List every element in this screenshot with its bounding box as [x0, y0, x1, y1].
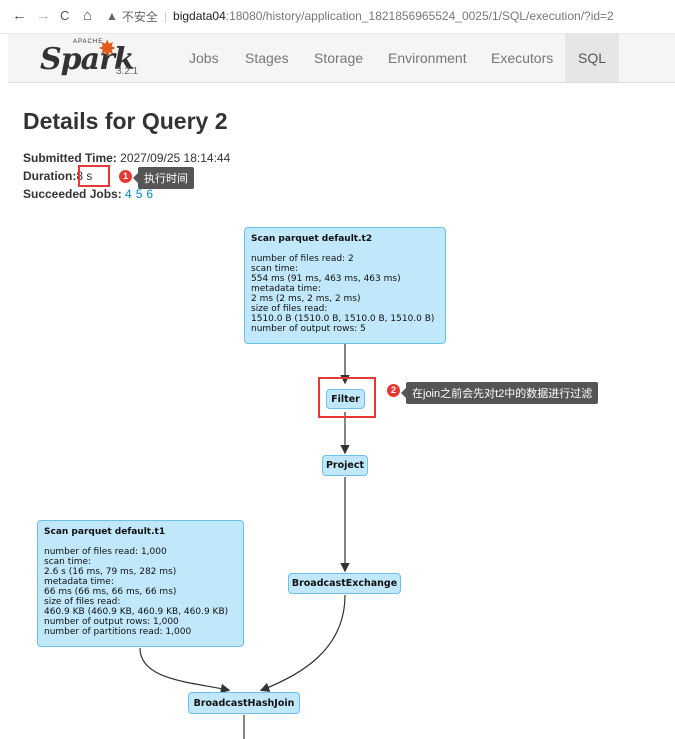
node-metric: scan time: — [251, 264, 299, 274]
scan-t1-node[interactable]: Scan parquet default.t1 number of files … — [37, 520, 244, 647]
annotation-badge-2: 2 — [387, 384, 400, 397]
filter-node[interactable]: Filter — [326, 389, 365, 409]
node-metric: 2.6 s (16 ms, 79 ms, 282 ms) — [44, 567, 177, 577]
broadcast-exchange-node[interactable]: BroadcastExchange — [288, 573, 401, 594]
node-metric: scan time: — [44, 557, 92, 567]
node-metric: number of partitions read: 1,000 — [44, 627, 192, 637]
node-metric: number of files read: 2 — [251, 254, 354, 264]
node-metric: metadata time: — [251, 284, 321, 294]
node-metric: 1510.0 B (1510.0 B, 1510.0 B, 1510.0 B) — [251, 314, 435, 324]
node-metric: 460.9 KB (460.9 KB, 460.9 KB, 460.9 KB) — [44, 607, 229, 617]
project-node[interactable]: Project — [322, 455, 368, 476]
node-metric: 2 ms (2 ms, 2 ms, 2 ms) — [251, 294, 361, 304]
node-title: Scan parquet default.t2 — [251, 234, 373, 244]
node-metric: number of output rows: 1,000 — [44, 617, 179, 627]
broadcast-hash-join-node[interactable]: BroadcastHashJoin — [188, 692, 300, 714]
node-metric: size of files read: — [44, 597, 121, 607]
node-metric: size of files read: — [251, 304, 328, 314]
node-metric: 66 ms (66 ms, 66 ms, 66 ms) — [44, 587, 177, 597]
node-metric: 554 ms (91 ms, 463 ms, 463 ms) — [251, 274, 401, 284]
node-metric: number of files read: 1,000 — [44, 547, 167, 557]
node-metric: metadata time: — [44, 577, 114, 587]
node-title: Scan parquet default.t1 — [44, 527, 166, 537]
node-metric: number of output rows: 5 — [251, 324, 366, 334]
annotation-tooltip-2: 在join之前会先对t2中的数据进行过滤 — [400, 382, 599, 404]
scan-t2-node[interactable]: Scan parquet default.t2 number of files … — [244, 227, 446, 344]
